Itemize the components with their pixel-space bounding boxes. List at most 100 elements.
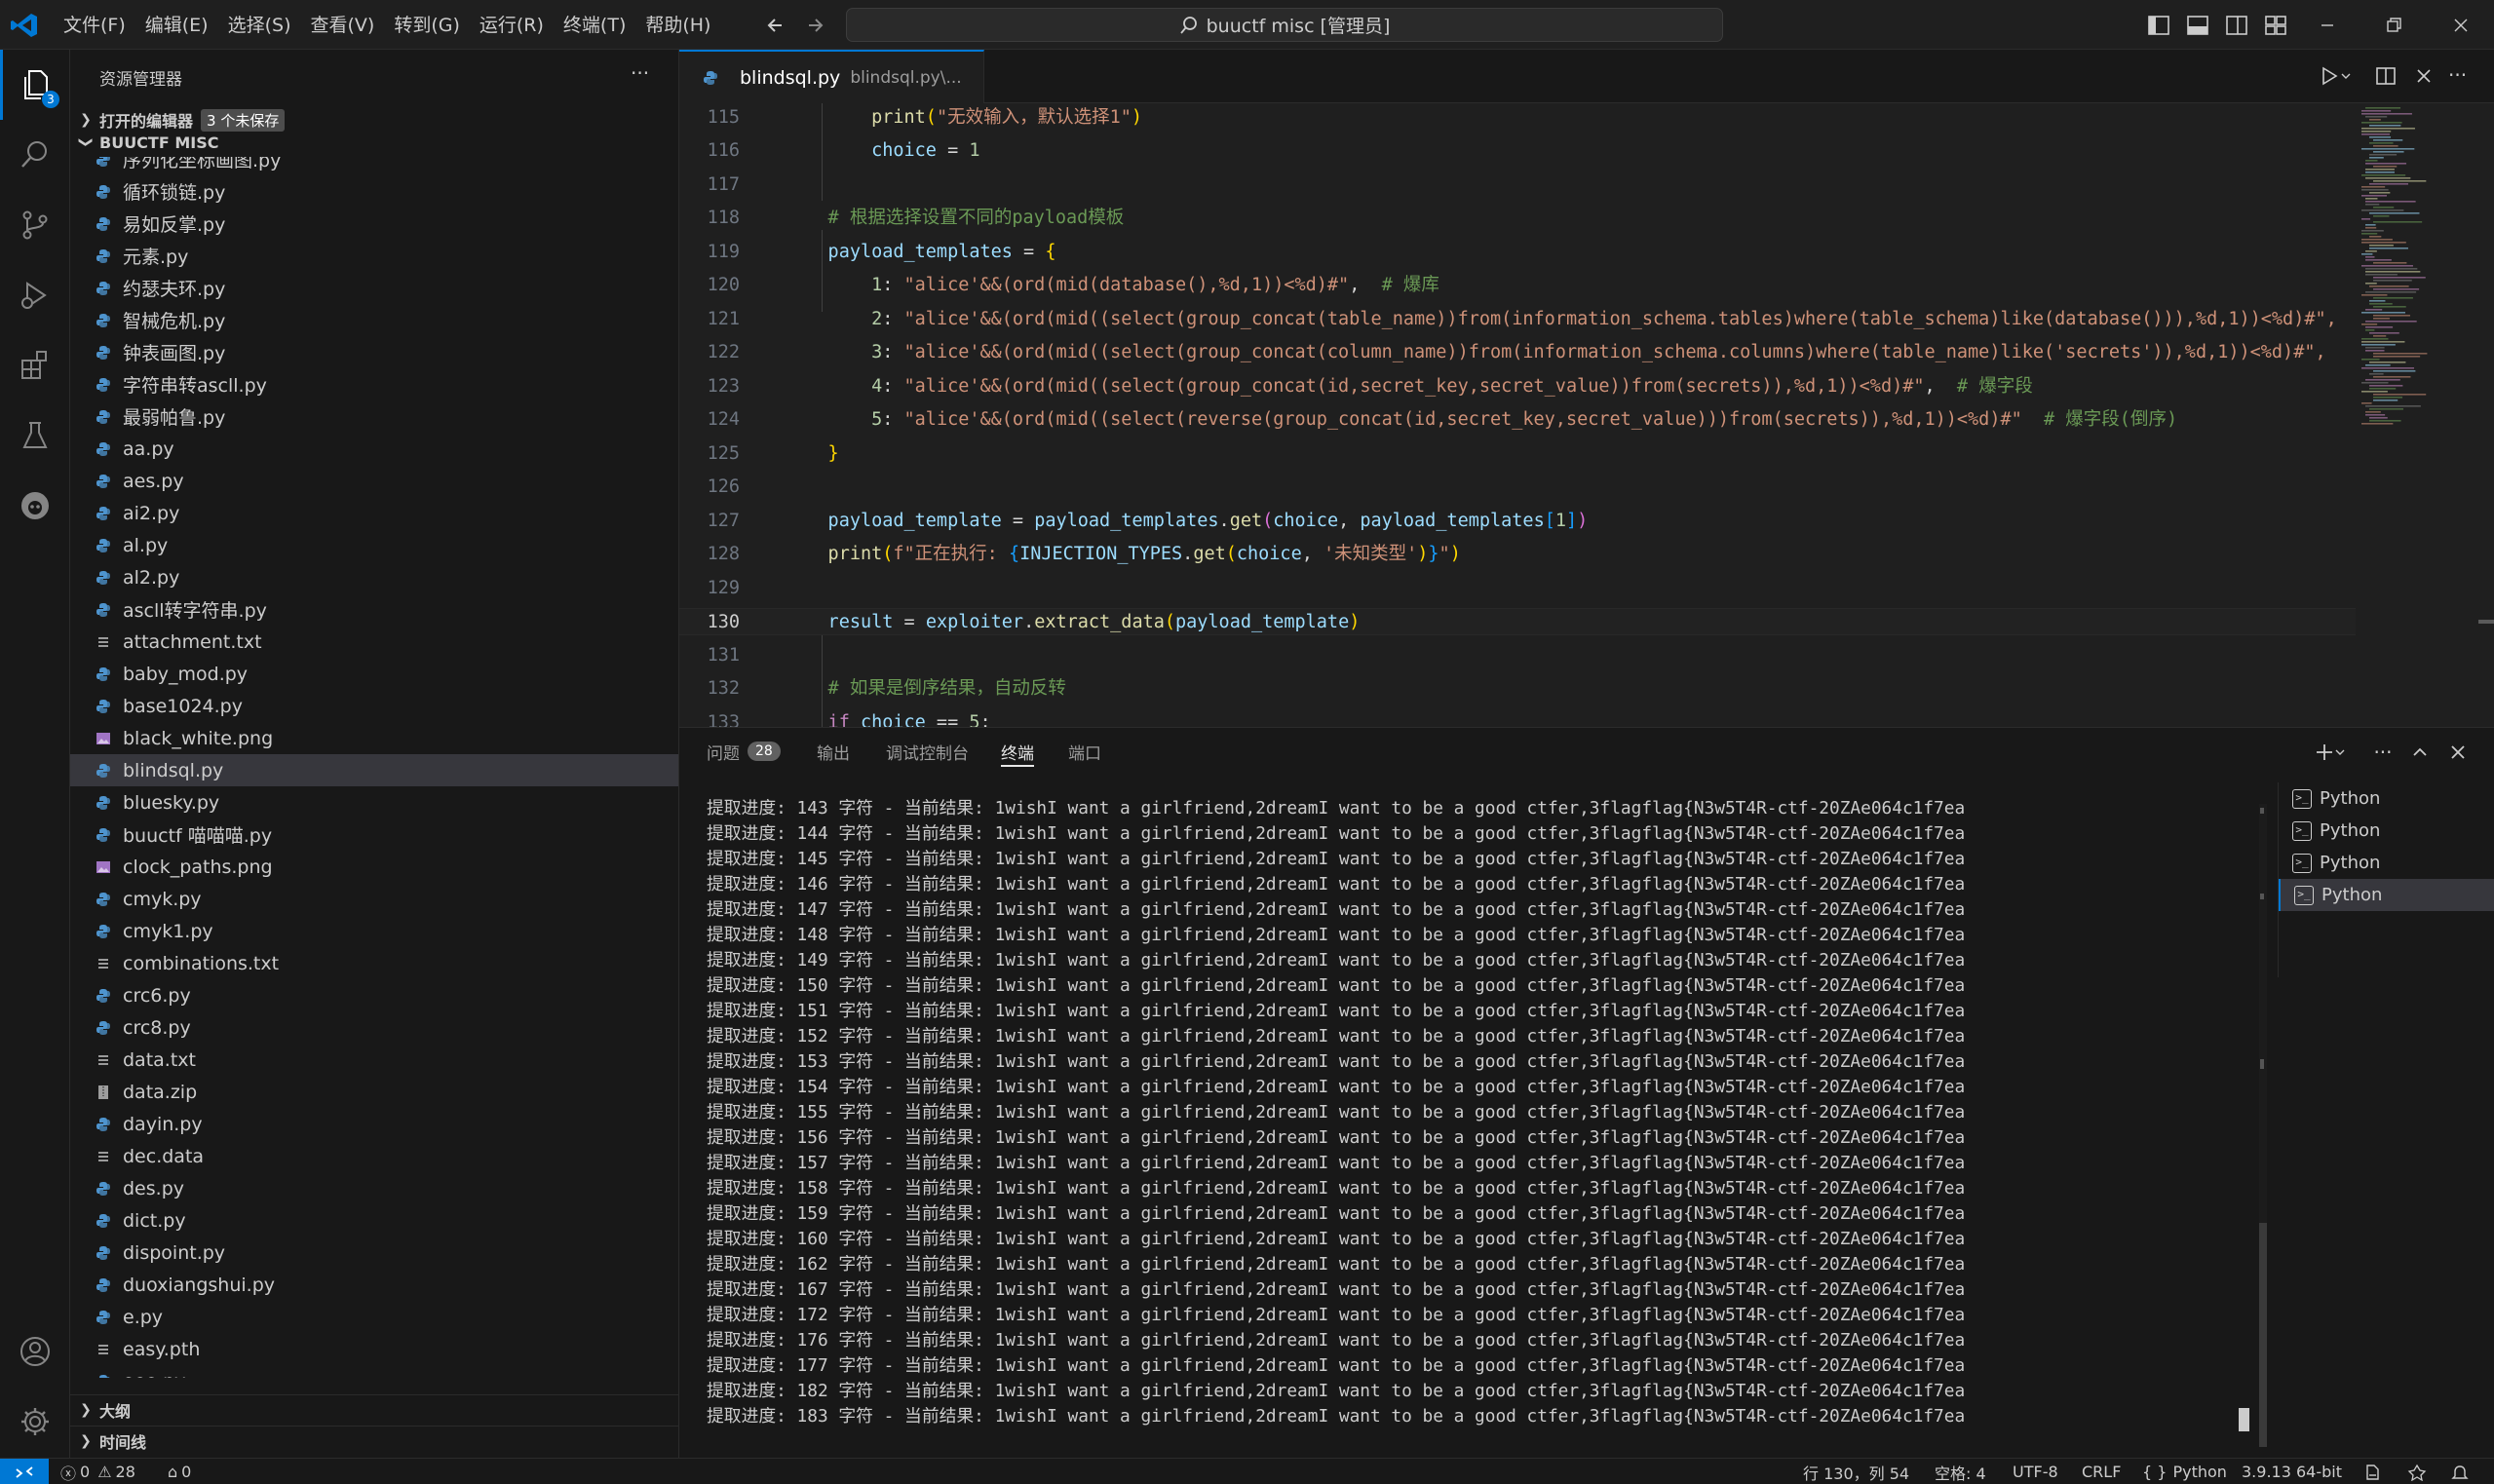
command-center-search[interactable]: buuctf misc [管理员] bbox=[846, 8, 1723, 42]
tab-terminal[interactable]: 终端 bbox=[1001, 728, 1034, 775]
file-item[interactable]: 钟表画图.py bbox=[70, 336, 678, 368]
file-icon[interactable] bbox=[2363, 1459, 2381, 1484]
file-item[interactable]: 约瑟夫环.py bbox=[70, 272, 678, 304]
minimap[interactable] bbox=[2358, 103, 2476, 727]
python-interpreter[interactable]: 3.9.13 64-bit bbox=[2242, 1459, 2342, 1484]
file-item[interactable]: data.txt bbox=[70, 1044, 678, 1076]
file-item[interactable]: 字符串转ascll.py bbox=[70, 368, 678, 400]
outline-section[interactable]: ❯ 大纲 bbox=[70, 1394, 678, 1424]
restore-icon[interactable] bbox=[2374, 10, 2413, 41]
file-item[interactable]: aes.py bbox=[70, 465, 678, 497]
file-item[interactable]: base1024.py bbox=[70, 690, 678, 722]
tab-blindsql[interactable]: blindsql.py blindsql.py\... bbox=[679, 50, 984, 103]
close-tab-icon[interactable] bbox=[2411, 63, 2436, 89]
file-item[interactable]: easy.pth bbox=[70, 1333, 678, 1365]
remote-explorer-icon[interactable] bbox=[0, 471, 70, 541]
file-item[interactable]: bluesky.py bbox=[70, 786, 678, 818]
file-item[interactable]: eee.py bbox=[70, 1365, 678, 1378]
notifications-bell-icon[interactable] bbox=[2451, 1459, 2469, 1484]
language-mode[interactable]: { } Python bbox=[2142, 1459, 2227, 1484]
file-item[interactable]: duoxiangshui.py bbox=[70, 1269, 678, 1301]
terminal-instance[interactable]: >_ Python bbox=[2279, 847, 2494, 879]
remote-indicator-icon[interactable] bbox=[0, 1459, 49, 1484]
terminal-instance[interactable]: >_ Python bbox=[2279, 782, 2494, 815]
file-item[interactable]: al2.py bbox=[70, 561, 678, 593]
search-icon[interactable] bbox=[0, 120, 70, 190]
file-item[interactable]: black_white.png bbox=[70, 722, 678, 754]
tab-ports[interactable]: 端口 bbox=[1068, 728, 1101, 775]
file-item[interactable]: clock_paths.png bbox=[70, 851, 678, 883]
file-item[interactable]: e.py bbox=[70, 1301, 678, 1333]
file-item[interactable]: cmyk1.py bbox=[70, 915, 678, 947]
menu-view[interactable]: 查看(V) bbox=[302, 9, 384, 42]
source-control-icon[interactable] bbox=[0, 190, 70, 260]
run-debug-icon[interactable] bbox=[0, 260, 70, 330]
file-item[interactable]: ai2.py bbox=[70, 497, 678, 529]
close-panel-icon[interactable] bbox=[2445, 740, 2471, 765]
encoding[interactable]: UTF-8 bbox=[2013, 1459, 2058, 1484]
more-actions-icon[interactable]: ··· bbox=[2448, 63, 2474, 89]
forward-arrow-icon[interactable] bbox=[801, 12, 828, 39]
maximize-panel-icon[interactable] bbox=[2407, 740, 2433, 765]
file-item[interactable]: dec.data bbox=[70, 1140, 678, 1172]
file-item[interactable]: al.py bbox=[70, 529, 678, 561]
menu-selection[interactable]: 选择(S) bbox=[219, 9, 300, 42]
menu-run[interactable]: 运行(R) bbox=[471, 9, 553, 42]
menu-edit[interactable]: 编辑(E) bbox=[136, 9, 217, 42]
file-item[interactable]: 最弱帕鲁.py bbox=[70, 400, 678, 433]
tab-problems[interactable]: 问题 28 bbox=[707, 728, 781, 775]
explorer-icon[interactable]: 3 bbox=[0, 50, 70, 120]
menu-terminal[interactable]: 终端(T) bbox=[555, 9, 634, 42]
file-item[interactable]: 元素.py bbox=[70, 240, 678, 272]
file-item[interactable]: des.py bbox=[70, 1172, 678, 1204]
toggle-panel-icon[interactable] bbox=[2185, 13, 2210, 38]
accounts-icon[interactable] bbox=[0, 1316, 70, 1387]
menu-go[interactable]: 转到(G) bbox=[385, 9, 469, 42]
minimize-icon[interactable] bbox=[2308, 10, 2347, 41]
back-arrow-icon[interactable] bbox=[762, 12, 789, 39]
cursor-position[interactable]: 行 130，列 54 bbox=[1803, 1459, 1909, 1484]
tab-debug-console[interactable]: 调试控制台 bbox=[886, 728, 969, 775]
editor-scrollbar-thumb[interactable] bbox=[2478, 620, 2494, 624]
tab-output[interactable]: 输出 bbox=[817, 728, 850, 775]
file-item[interactable]: aa.py bbox=[70, 433, 678, 465]
file-item[interactable]: crc8.py bbox=[70, 1011, 678, 1044]
terminal-instance[interactable]: >_ Python bbox=[2279, 815, 2494, 847]
file-item[interactable]: combinations.txt bbox=[70, 947, 678, 979]
file-item[interactable]: 智械危机.py bbox=[70, 304, 678, 336]
copilot-icon[interactable] bbox=[2407, 1459, 2427, 1484]
file-item[interactable]: data.zip bbox=[70, 1076, 678, 1108]
file-item[interactable]: 循环锁链.py bbox=[70, 175, 678, 208]
toggle-secondary-sidebar-icon[interactable] bbox=[2224, 13, 2249, 38]
menu-file[interactable]: 文件(F) bbox=[55, 9, 134, 42]
settings-gear-icon[interactable] bbox=[0, 1387, 70, 1457]
menu-help[interactable]: 帮助(H) bbox=[636, 9, 719, 42]
file-item[interactable]: baby_mod.py bbox=[70, 658, 678, 690]
file-item[interactable]: 易如反掌.py bbox=[70, 208, 678, 240]
terminal-output[interactable]: 提取进度: 143 字符 - 当前结果: 1wishI want a girlf… bbox=[707, 796, 1964, 1439]
chevron-down-icon[interactable] bbox=[2332, 740, 2348, 765]
extensions-icon[interactable] bbox=[0, 330, 70, 400]
line-ending[interactable]: CRLF bbox=[2082, 1459, 2121, 1484]
file-item[interactable]: attachment.txt bbox=[70, 626, 678, 658]
close-window-icon[interactable] bbox=[2441, 10, 2480, 41]
file-item[interactable]: ascll转字符串.py bbox=[70, 593, 678, 626]
testing-flask-icon[interactable] bbox=[0, 400, 70, 471]
file-item[interactable]: dayin.py bbox=[70, 1108, 678, 1140]
file-item[interactable]: 序列化坐标画图.py bbox=[70, 157, 678, 175]
file-item[interactable]: cmyk.py bbox=[70, 883, 678, 915]
terminal-instance-active[interactable]: >_ Python bbox=[2279, 879, 2494, 911]
file-item[interactable]: dict.py bbox=[70, 1204, 678, 1237]
terminal-scrollbar[interactable] bbox=[2258, 804, 2268, 1447]
indentation[interactable]: 空格: 4 bbox=[1935, 1459, 1986, 1484]
customize-layout-icon[interactable] bbox=[2263, 13, 2288, 38]
problems-status[interactable]: ⓧ 0 ⚠ 28 bbox=[60, 1459, 135, 1484]
ports-status[interactable]: ⌂ 0 bbox=[168, 1459, 191, 1484]
file-item[interactable]: crc6.py bbox=[70, 979, 678, 1011]
file-item[interactable]: buuctf 喵喵喵.py bbox=[70, 818, 678, 851]
folder-section[interactable]: ❯ BUUCTF MISC bbox=[70, 128, 678, 157]
file-item[interactable]: dispoint.py bbox=[70, 1237, 678, 1269]
chevron-down-icon[interactable] bbox=[2339, 63, 2364, 89]
split-editor-icon[interactable] bbox=[2373, 63, 2398, 89]
code-editor[interactable]: 114 except ValueError:115 print("无效输入，默认… bbox=[679, 103, 2494, 727]
